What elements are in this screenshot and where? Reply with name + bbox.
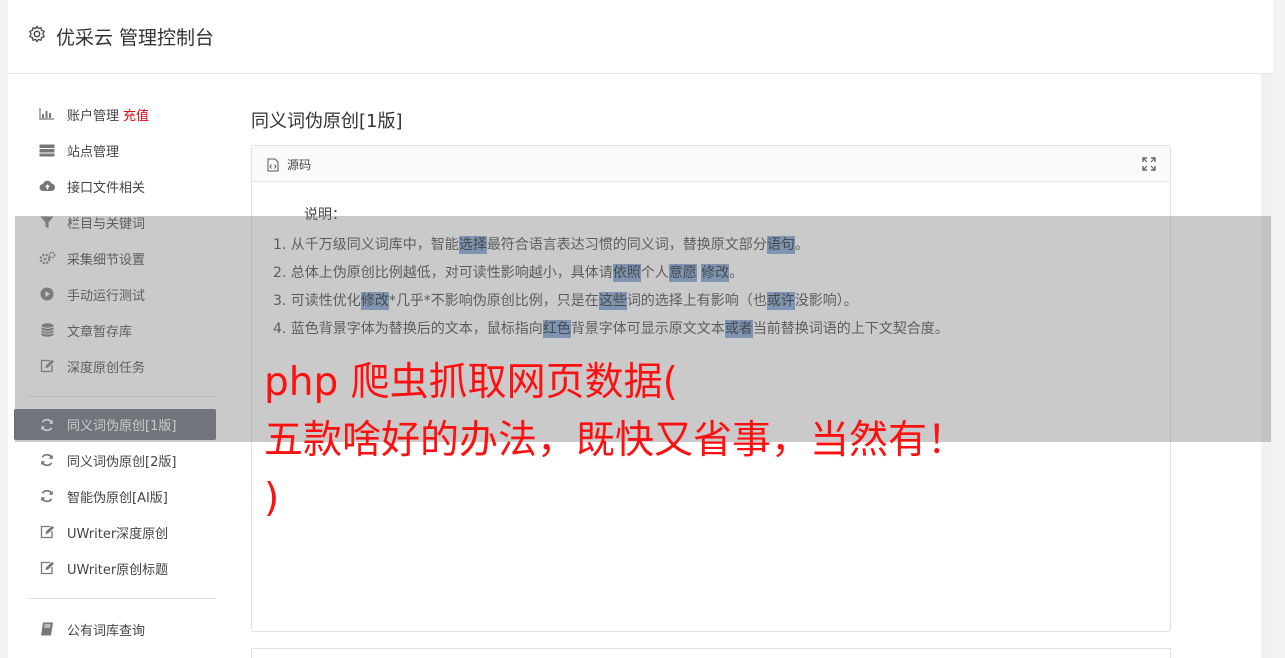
overlay-line: ) — [264, 476, 280, 521]
bar-chart-icon — [38, 107, 56, 121]
sidebar-item[interactable]: 正文识别演示 — [14, 647, 216, 658]
editor-toolbar: 源码 — [252, 146, 1170, 182]
sidebar-item[interactable]: UWriter深度原创 — [14, 514, 216, 550]
refresh-icon — [38, 489, 56, 503]
gear-icon — [29, 25, 45, 43]
sidebar-item[interactable]: 站点管理 — [14, 132, 216, 168]
app-title: 优采云 管理控制台 — [56, 27, 215, 49]
sidebar-item-label: UWriter原创标题 — [67, 562, 169, 578]
source-button[interactable]: 源码 — [287, 156, 311, 173]
overlay-line: php 爬虫抓取网页数据( — [264, 360, 678, 405]
sidebar-item-label: 公有词库查询 — [67, 623, 146, 639]
sidebar-item[interactable]: 公有词库查询 — [14, 611, 216, 647]
sidebar-item[interactable]: 接口文件相关 — [14, 168, 216, 204]
sidebar-item-label: 站点管理 — [67, 144, 120, 160]
page-title: 同义词伪原创[1版] — [251, 111, 403, 132]
sidebar-item-label: 智能伪原创[AI版] — [67, 490, 168, 506]
secondary-editor[interactable] — [251, 648, 1171, 658]
sidebar-item-label: 账户管理 — [67, 108, 120, 124]
sidebar-item-label: UWriter深度原创 — [67, 526, 169, 542]
refresh-icon — [38, 453, 56, 467]
sidebar-item[interactable]: 智能伪原创[AI版] — [14, 478, 216, 514]
server-icon — [38, 143, 56, 157]
sidebar-item-label: 接口文件相关 — [67, 180, 146, 196]
sidebar-item[interactable]: 同义词伪原创[2版] — [14, 442, 216, 478]
fullscreen-icon[interactable] — [1142, 157, 1156, 171]
book-icon — [38, 622, 56, 636]
edit-icon — [38, 561, 56, 575]
sidebar-item[interactable]: UWriter原创标题 — [14, 550, 216, 586]
edit-icon — [38, 525, 56, 539]
overlay-line: 五款啥好的办法，既快又省事，当然有！ — [264, 418, 967, 463]
cloud-upload-icon — [38, 179, 56, 193]
sidebar-item-label: 同义词伪原创[2版] — [67, 454, 177, 470]
overlay-title: php 爬虫抓取网页数据( 五款啥好的办法，既快又省事，当然有！ ) — [264, 354, 966, 528]
sidebar-item[interactable]: 账户管理 充值 — [14, 96, 216, 132]
top-bar: 优采云 管理控制台 — [8, 0, 1273, 74]
recharge-link[interactable]: 充值 — [123, 105, 149, 124]
sidebar-divider — [28, 598, 216, 599]
source-code-icon[interactable] — [267, 158, 279, 172]
